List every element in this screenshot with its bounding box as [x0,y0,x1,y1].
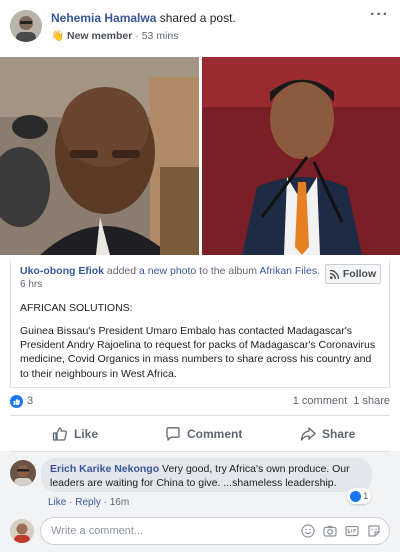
comment-icon [166,427,180,441]
album-link[interactable]: Afrikan Files [259,265,317,277]
comment-input[interactable] [51,518,291,544]
post-time[interactable]: · 53 mins [132,30,178,42]
comment-time[interactable]: 16m [110,497,129,508]
new-photo-link[interactable]: a new photo [139,265,196,277]
meta-separator: · [100,497,110,508]
shared-post-time[interactable]: 6 hrs [20,279,42,290]
post-action-text: shared a post. [156,11,236,25]
comment-like-link[interactable]: Like [48,497,66,508]
comment-reactions[interactable]: 1 [347,488,372,504]
like-icon [52,427,67,441]
divider [10,415,390,416]
comment-reply-link[interactable]: Reply [75,497,101,508]
photo-right[interactable] [202,57,400,255]
avatar[interactable] [10,10,42,42]
share-count[interactable]: 1 share [353,395,390,407]
post-actions: Like Comment Share [10,419,390,449]
more-horizontal-icon[interactable]: ··· [370,6,389,24]
share-button[interactable]: Share [300,419,355,449]
wave-icon: 👋 [51,30,65,42]
like-button[interactable]: Like [52,419,98,449]
gif-icon[interactable] [345,524,359,538]
like-label: Like [74,427,99,441]
camera-icon[interactable] [323,524,337,538]
comment-bubble: Erich Karike Nekongo Very good, try Afri… [41,458,372,492]
like-reaction-icon[interactable] [10,395,23,408]
shared-post-header: Uko-obong Efiok added a new photo to the… [20,265,320,277]
comment-input-icons [301,524,381,538]
reaction-count[interactable]: 3 [27,395,33,407]
shared-post-body: Guinea Bissau's President Umaro Embalo h… [20,325,376,380]
follow-button[interactable]: Follow [325,264,381,284]
photo-left[interactable] [0,57,199,255]
post-photos [0,57,400,255]
avatar[interactable] [10,460,36,486]
comment-label: Comment [187,427,243,441]
share-icon [300,427,316,441]
post-author-name[interactable]: Nehemia Hamalwa [51,11,156,25]
album-post-text: . [317,265,320,277]
follow-label: Follow [342,268,377,280]
shared-post-box: Uko-obong Efiok added a new photo to the… [10,260,390,388]
post-meta: 👋 New member · 53 mins [51,29,178,42]
post-header-line: Nehemia Hamalwa shared a post. [51,11,236,25]
meta-separator: · [66,497,76,508]
post-header: Nehemia Hamalwa shared a post. 👋 New mem… [0,0,400,54]
comment-button[interactable]: Comment [165,419,242,449]
comment-author-name[interactable]: Erich Karike Nekongo [50,463,159,475]
rss-icon [329,269,339,279]
like-reaction-icon [350,490,361,502]
write-comment-box [40,517,390,545]
emoji-icon[interactable] [301,524,315,538]
shared-author-name[interactable]: Uko-obong Efiok [20,265,104,277]
comment-share-counts: 1 comment 1 share [293,395,390,407]
divider [10,451,390,452]
album-pre-text: to the album [196,265,260,277]
avatar[interactable] [10,519,34,543]
new-member-badge: New member [67,30,133,42]
shared-post-title: AFRICAN SOLUTIONS: [20,302,133,314]
comment-meta: Like · Reply · 16m [48,497,129,508]
post-stats: 3 1 comment 1 share [10,393,390,411]
shared-added-text: added [104,265,140,277]
comment-count[interactable]: 1 comment [293,395,347,407]
share-label: Share [322,427,356,441]
comment-reaction-count: 1 [363,490,369,502]
sticker-icon[interactable] [367,524,381,538]
